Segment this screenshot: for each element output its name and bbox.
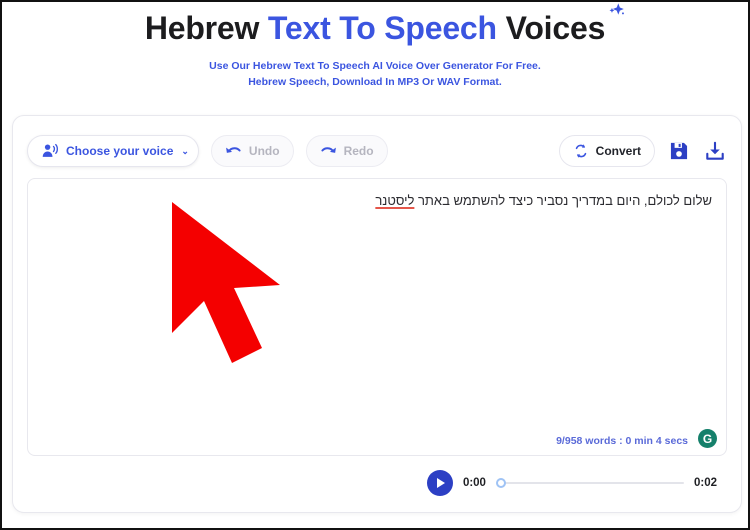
page-title-part2: Voices <box>496 10 606 46</box>
page-title-accent: Text To Speech <box>267 10 497 46</box>
audio-progress-slider[interactable] <box>495 476 684 490</box>
undo-label: Undo <box>248 144 280 158</box>
undo-button[interactable]: Undo <box>210 135 294 167</box>
redo-arrow-icon <box>320 144 337 158</box>
toolbar-right-group: Convert <box>558 135 727 167</box>
page-title-part1: Hebrew <box>144 10 268 46</box>
redo-button[interactable]: Redo <box>305 135 388 167</box>
floppy-save-icon[interactable] <box>667 139 691 163</box>
choose-voice-label: Choose your voice <box>66 144 174 158</box>
page-title: Hebrew Text To Speech Voices <box>144 3 625 47</box>
editor-text-misspelled: ליסטנר <box>375 193 415 208</box>
audio-progress-knob[interactable] <box>495 478 506 488</box>
page-header: Hebrew Text To Speech Voices Use Our Heb… <box>2 2 748 90</box>
chevron-down-icon: ⌄ <box>181 145 189 156</box>
redo-label: Redo <box>343 144 374 158</box>
word-count-status: 9/958 words : 0 min 4 secs <box>556 435 688 447</box>
convert-button[interactable]: Convert <box>558 135 655 167</box>
undo-arrow-icon <box>225 144 242 158</box>
convert-label: Convert <box>595 144 641 158</box>
voice-person-icon <box>41 143 59 159</box>
editor-toolbar: Choose your voice ⌄ Undo Redo Convert <box>27 134 727 168</box>
page-subtitle-line1: Use Our Hebrew Text To Speech AI Voice O… <box>209 59 541 72</box>
play-icon[interactable] <box>426 470 453 496</box>
refresh-cycle-icon <box>573 143 589 159</box>
current-time-label: 0:00 <box>462 477 486 489</box>
toolbar-left-group: Choose your voice ⌄ Undo Redo <box>27 135 388 167</box>
sparkle-icon <box>609 3 625 15</box>
page-subtitle-line2: Hebrew Speech, Download In MP3 Or WAV Fo… <box>248 76 502 89</box>
editor-text-plain: שלום לכולם, היום במדריך נסביר כיצד להשתמ… <box>414 193 712 208</box>
choose-voice-button[interactable]: Choose your voice ⌄ <box>27 135 199 167</box>
grammarly-icon[interactable]: G <box>698 429 717 448</box>
audio-player: 0:00 0:02 <box>27 464 727 502</box>
tts-editor-card: Choose your voice ⌄ Undo Redo Convert של… <box>12 115 742 513</box>
editor-text-content[interactable]: שלום לכולם, היום במדריך נסביר כיצד להשתמ… <box>28 179 726 211</box>
page-root: { "header": { "title_part1": "Hebrew ", … <box>0 0 750 530</box>
download-icon[interactable] <box>703 139 727 163</box>
page-subtitle: Use Our Hebrew Text To Speech AI Voice O… <box>2 58 748 91</box>
play-triangle <box>437 478 446 488</box>
audio-progress-track <box>495 482 684 484</box>
text-input-area[interactable]: שלום לכולם, היום במדריך נסביר כיצד להשתמ… <box>27 178 727 456</box>
total-time-label: 0:02 <box>693 477 717 489</box>
